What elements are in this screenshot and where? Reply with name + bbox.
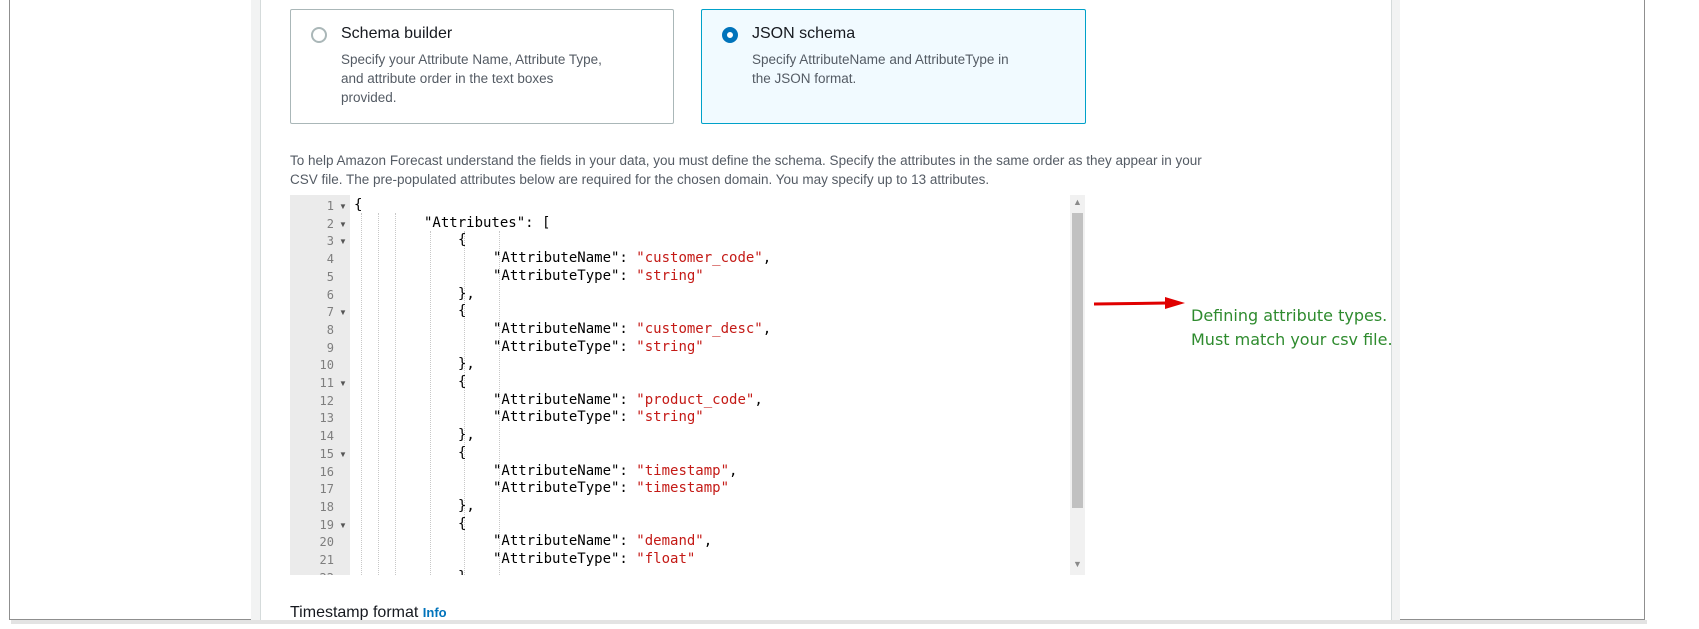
desc-line: the JSON format.: [752, 71, 857, 86]
schema-builder-radio[interactable]: [311, 27, 327, 43]
code-line: "AttributeName": "product_code",: [493, 391, 763, 408]
desc-line: Specify your Attribute Name, Attribute T…: [341, 52, 602, 67]
line-number: 22: [290, 571, 334, 575]
fold-arrow-icon[interactable]: ▼: [339, 237, 347, 246]
code-line: },: [458, 285, 475, 302]
code-line: },: [458, 356, 475, 373]
json-schema-tile[interactable]: JSON schema Specify AttributeName and At…: [701, 9, 1086, 124]
help-line: To help Amazon Forecast understand the f…: [290, 153, 1202, 168]
line-number: 20: [319, 535, 334, 550]
annotation-line: Defining attribute types.: [1191, 306, 1388, 325]
line-number: 18: [319, 499, 334, 514]
code-line: "AttributeType": "float": [493, 551, 696, 567]
timestamp-format-label: Timestamp format Info: [290, 604, 447, 620]
code-line: },: [458, 497, 475, 514]
fold-arrow-icon[interactable]: ▼: [339, 202, 347, 211]
window-shadow: [11, 620, 1647, 624]
timestamp-format-info-link[interactable]: Info: [423, 605, 447, 620]
code-line: {: [458, 515, 467, 532]
code-line: "Attributes": [: [424, 214, 551, 231]
line-number: 2: [326, 216, 334, 231]
annotation-line: Must match your csv file.: [1191, 330, 1393, 349]
schema-builder-description: Specify your Attribute Name, Attribute T…: [341, 50, 602, 107]
scroll-down-arrow-icon[interactable]: ▼: [1070, 559, 1085, 573]
indent-guide: [395, 213, 396, 575]
line-number: 5: [326, 269, 334, 284]
line-number: 16: [319, 464, 334, 479]
fold-arrow-icon[interactable]: ▼: [339, 521, 347, 530]
line-number: 15: [319, 446, 334, 461]
editor-gutter: 1 ▼ 2 ▼ 3 ▼ 4 5 6 7 ▼ 8 9 10 11 ▼ 12 13 14 15 ▼ 16 17 18 19 ▼ 20 21…: [290, 195, 350, 575]
page-background-left: [251, 0, 260, 620]
line-number: 19: [319, 517, 334, 532]
code-line: {: [354, 197, 363, 213]
desc-line: Specify AttributeName and AttributeType …: [752, 52, 1009, 67]
code-line: }: [458, 569, 466, 575]
code-line: "AttributeType": "string": [493, 338, 704, 355]
line-number: 14: [319, 429, 334, 444]
line-number: 3: [326, 234, 334, 249]
line-number: 21: [319, 553, 334, 567]
code-line: "AttributeName": "customer_desc",: [493, 320, 772, 337]
desc-line: provided.: [341, 90, 397, 105]
schema-builder-tile[interactable]: Schema builder Specify your Attribute Na…: [290, 9, 674, 124]
line-number: 1: [326, 199, 334, 213]
json-schema-description: Specify AttributeName and AttributeType …: [752, 50, 1009, 88]
line-number: 11: [319, 376, 334, 390]
line-number: 8: [326, 322, 334, 337]
fold-arrow-icon[interactable]: ▼: [339, 220, 347, 229]
scroll-up-arrow-icon[interactable]: ▲: [1070, 197, 1085, 211]
indent-guide: [430, 231, 431, 575]
code-line: {: [458, 444, 467, 461]
indent-guide: [361, 213, 362, 575]
code-line: "AttributeType": "string": [493, 409, 704, 426]
json-schema-radio[interactable]: [722, 27, 738, 43]
json-schema-editor[interactable]: 1 ▼ 2 ▼ 3 ▼ 4 5 6 7 ▼ 8 9 10 11 ▼ 12 13 14 15 ▼ 16 17 18 19 ▼ 20 21…: [290, 195, 1085, 575]
scrollbar-thumb[interactable]: [1072, 213, 1083, 508]
code-line: "AttributeName": "timestamp",: [493, 462, 738, 479]
help-line: CSV file. The pre-populated attributes b…: [290, 172, 990, 187]
fold-arrow-icon[interactable]: ▼: [339, 308, 347, 317]
annotation-text: Defining attribute types. Must match you…: [1191, 304, 1393, 352]
annotation-arrow-icon: [1093, 297, 1185, 309]
schema-help-text: To help Amazon Forecast understand the f…: [290, 151, 1350, 189]
fold-arrow-icon[interactable]: ▼: [339, 379, 347, 388]
code-line: {: [458, 303, 467, 320]
line-number: 12: [319, 393, 334, 408]
json-schema-title: JSON schema: [752, 25, 856, 42]
editor-scrollbar[interactable]: ▲ ▼: [1070, 195, 1085, 575]
code-line: "AttributeName": "demand",: [493, 533, 713, 550]
line-number: 10: [319, 358, 334, 373]
line-number: 6: [326, 287, 334, 302]
indent-guide: [378, 213, 379, 575]
fold-arrow-icon[interactable]: ▼: [339, 450, 347, 459]
line-number: 4: [326, 252, 334, 267]
code-line: {: [458, 232, 467, 249]
line-number: 17: [319, 482, 334, 497]
line-number: 9: [326, 340, 334, 355]
timestamp-format-text: Timestamp format: [290, 604, 419, 620]
code-line: },: [458, 427, 475, 444]
code-line: {: [458, 374, 467, 390]
line-number: 13: [319, 411, 334, 426]
code-line: "AttributeName": "customer_code",: [493, 250, 772, 267]
code-line: "AttributeType": "timestamp": [493, 480, 730, 497]
code-line: "AttributeType": "string": [493, 267, 704, 284]
desc-line: and attribute order in the text boxes: [341, 71, 554, 86]
line-number: 7: [326, 305, 334, 320]
schema-builder-title: Schema builder: [341, 25, 453, 42]
